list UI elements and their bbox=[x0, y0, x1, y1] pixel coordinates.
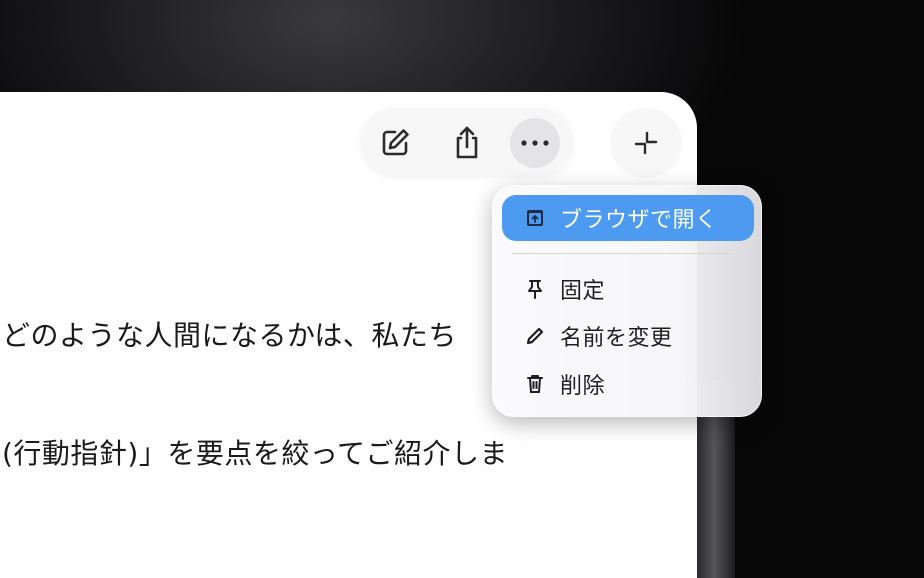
open-in-browser-icon bbox=[524, 207, 546, 229]
context-menu: ブラウザで開く 固定 名前を変更 削除 bbox=[492, 185, 762, 417]
menu-item-open-in-browser[interactable]: ブラウザで開く bbox=[502, 195, 754, 241]
collapse-button[interactable] bbox=[610, 108, 682, 178]
menu-separator bbox=[512, 253, 732, 254]
square-pencil-icon bbox=[382, 129, 409, 156]
window-toolbar bbox=[360, 108, 574, 178]
trash-icon bbox=[524, 373, 546, 395]
menu-item-delete[interactable]: 削除 bbox=[502, 361, 754, 407]
share-button[interactable] bbox=[442, 118, 492, 168]
menu-item-pin[interactable]: 固定 bbox=[502, 266, 754, 312]
ellipsis-icon bbox=[521, 140, 549, 146]
message-text-line: どのような人間になるかは、私たち bbox=[2, 319, 457, 352]
menu-item-label: 削除 bbox=[560, 374, 606, 399]
menu-item-label: 固定 bbox=[560, 279, 606, 304]
message-text-line: (行動指針)」を要点を絞ってご紹介しま bbox=[2, 437, 508, 470]
menu-item-label: 名前を変更 bbox=[560, 326, 673, 351]
more-button[interactable] bbox=[510, 118, 560, 168]
edit-button[interactable] bbox=[370, 118, 420, 168]
menu-item-rename[interactable]: 名前を変更 bbox=[502, 313, 754, 359]
pin-icon bbox=[524, 278, 546, 300]
collapse-arrows-icon bbox=[634, 131, 658, 155]
share-icon bbox=[456, 126, 478, 159]
pencil-icon bbox=[524, 325, 546, 347]
menu-item-label: ブラウザで開く bbox=[560, 208, 718, 233]
